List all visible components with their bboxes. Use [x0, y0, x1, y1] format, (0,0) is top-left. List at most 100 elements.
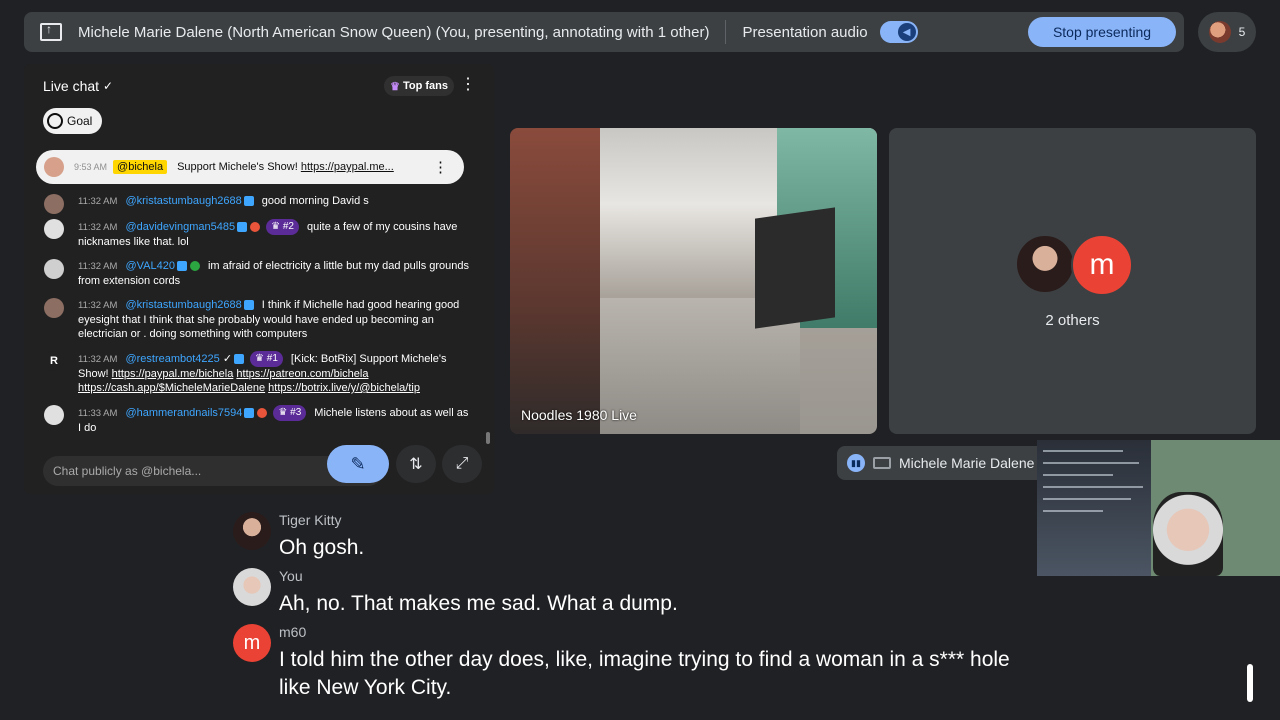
member-badge-icon	[176, 261, 187, 272]
chat-message: R 11:32 AM @restreambot4225 ✓ ♛ #1 [Kick: B…	[24, 351, 494, 395]
caption-text: Ah, no. That makes me sad. What a dump.	[279, 592, 678, 615]
message-author[interactable]: @restreambot4225	[125, 353, 219, 365]
annotate-pen-button[interactable]: ✎	[327, 445, 389, 483]
divider	[725, 20, 727, 44]
avatar	[233, 512, 271, 550]
stop-presenting-button[interactable]: Stop presenting	[1028, 17, 1176, 47]
message-link[interactable]: https://botrix.live/y/@bichela/tip	[268, 382, 420, 394]
message-time: 11:32 AM	[78, 261, 118, 272]
video-tile-noodles[interactable]: Noodles 1980 Live	[510, 128, 877, 434]
others-tile[interactable]: m 2 others	[889, 128, 1256, 434]
text-line	[1043, 450, 1123, 452]
avatar: m	[233, 624, 271, 662]
avatar	[44, 298, 64, 318]
message-author[interactable]: @davidevingman5485	[125, 221, 235, 233]
self-name: Michele Marie Dalene	[899, 455, 1035, 471]
pinned-link[interactable]: https://paypal.me...	[301, 161, 394, 173]
caption-text: I told him the other day does, like, ima…	[279, 648, 1010, 699]
member-badge-icon	[243, 196, 254, 207]
sponsor-badge-icon	[250, 222, 261, 232]
presentation-audio-toggle[interactable]: ◀	[879, 21, 918, 43]
message-author[interactable]: @hammerandnails7594	[125, 407, 242, 419]
more-options-icon[interactable]: ⋮	[460, 77, 476, 93]
caption-speaker: m60	[279, 624, 307, 640]
chat-scrollbar[interactable]	[486, 432, 490, 444]
message-author[interactable]: @kristastumbaugh2688	[125, 195, 241, 207]
participants-button[interactable]: 5	[1198, 12, 1256, 52]
swap-layout-button[interactable]: ⇅	[396, 445, 436, 483]
goal-icon	[47, 113, 63, 129]
caption-text: Oh gosh.	[279, 536, 365, 559]
text-line	[1043, 462, 1139, 464]
chat-messages: 11:32 AM @kristastumbaugh2688 good morning…	[24, 194, 494, 445]
avatar	[44, 219, 64, 239]
member-badge-icon	[237, 222, 248, 232]
crown-icon: ♛	[390, 80, 400, 93]
live-chat-panel: Live chat ✓ ♛ Top fans ⋮ Goal 9:53 AM @b…	[24, 64, 494, 494]
top-fans-button[interactable]: ♛ Top fans	[384, 76, 454, 96]
avatar	[233, 568, 271, 606]
shared-screen-thumbnail	[1037, 440, 1151, 576]
pinned-message[interactable]: 9:53 AM @bichela Support Michele's Show!…	[36, 150, 464, 184]
pen-icon: ✎	[350, 453, 366, 474]
message-text: good morning David s	[261, 195, 369, 207]
sponsor-badge-icon	[189, 261, 200, 272]
message-time: 11:32 AM	[78, 221, 118, 233]
avatar	[44, 405, 64, 425]
presentation-audio-label: Presentation audio	[742, 23, 868, 41]
pinned-time: 9:53 AM	[74, 162, 108, 172]
message-author[interactable]: @kristastumbaugh2688	[125, 299, 241, 311]
chat-message: 11:32 AM @VAL420 im afraid of electricity …	[24, 259, 494, 288]
avatar	[44, 194, 64, 214]
expand-button[interactable]: ⤢	[442, 445, 482, 483]
audio-level-icon: ▮▮	[847, 454, 865, 472]
check-chevron-icon[interactable]: ✓	[103, 79, 113, 93]
pinned-handle[interactable]: @bichela	[113, 160, 168, 174]
text-line	[1043, 474, 1113, 476]
caption-speaker: Tiger Kitty	[279, 512, 342, 528]
message-time: 11:33 AM	[78, 407, 118, 419]
avatar	[44, 259, 64, 279]
tile-name-label: Noodles 1980 Live	[521, 407, 637, 423]
member-badge-icon	[234, 354, 245, 364]
avatar	[1015, 234, 1075, 294]
top-fans-label: Top fans	[402, 80, 448, 92]
chat-header: Live chat ✓ ♛ Top fans ⋮	[24, 64, 494, 108]
rank-badge: ♛ #1	[250, 351, 283, 367]
captions-scrollbar[interactable]	[1247, 664, 1253, 702]
self-camera-person	[1153, 492, 1223, 576]
message-link[interactable]: https://patreon.com/bichela	[236, 368, 368, 380]
chat-message: 11:32 AM @kristastumbaugh2688 I think if M…	[24, 298, 494, 341]
goal-label: Goal	[67, 114, 93, 128]
message-author[interactable]: @VAL420	[125, 260, 175, 272]
message-link[interactable]: https://paypal.me/bichela	[112, 368, 234, 380]
pinned-text: Support Michele's Show! https://paypal.m…	[177, 161, 394, 173]
avatar	[44, 157, 64, 177]
member-badge-icon	[243, 300, 254, 311]
message-time: 11:32 AM	[78, 196, 118, 207]
self-tile-strip[interactable]: ▮▮ Michele Marie Dalene	[837, 446, 1047, 480]
text-line	[1043, 486, 1143, 488]
chat-message: 11:32 AM @davidevingman5485 ♛ #2 quite a fe…	[24, 219, 494, 249]
message-link[interactable]: https://cash.app/$MicheleMarieDalene	[78, 382, 265, 394]
camera-icon	[873, 457, 891, 469]
participant-count: 5	[1238, 25, 1246, 39]
presenting-title: Michele Marie Dalene (North American Sno…	[78, 23, 710, 41]
message-time: 11:32 AM	[78, 353, 118, 365]
chat-message: 11:32 AM @kristastumbaugh2688 good morning…	[24, 194, 494, 214]
message-time: 11:32 AM	[78, 300, 118, 311]
pinned-more-icon[interactable]: ⋮	[433, 158, 448, 176]
goal-button[interactable]: Goal	[43, 108, 103, 134]
member-badge-icon	[244, 408, 255, 418]
rank-badge: ♛ #2	[266, 219, 299, 235]
live-chat-title[interactable]: Live chat	[43, 78, 99, 94]
expand-icon: ⤢	[455, 455, 469, 472]
participants-avatar-icon	[1208, 21, 1231, 43]
caption-speaker: You	[279, 568, 303, 584]
rank-badge: ♛ #3	[273, 405, 307, 421]
self-video-preview[interactable]	[1037, 440, 1280, 576]
speaker-icon: ◀	[897, 23, 916, 41]
present-screen-icon	[40, 22, 62, 41]
chat-message: 11:33 AM @hammerandnails7594 ♛ #3 Michele l…	[24, 405, 494, 435]
sponsor-badge-icon	[257, 408, 268, 418]
